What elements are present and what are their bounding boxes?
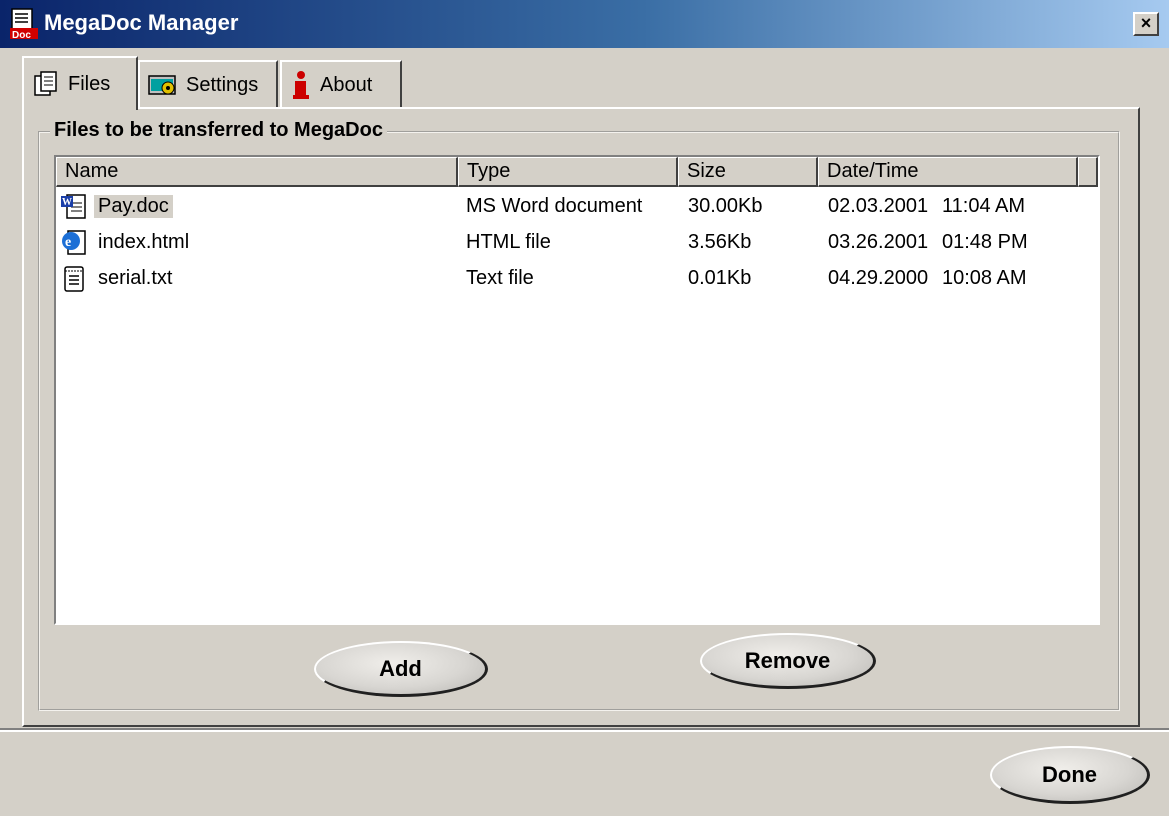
- files-tab-panel: Files to be transferred to MegaDoc Name …: [22, 107, 1140, 727]
- megadoc-manager-window: Doc MegaDoc Manager × Files Settings Abo…: [0, 0, 1169, 816]
- column-header-name[interactable]: Name: [56, 157, 458, 187]
- file-date: 04.29.2000: [828, 267, 929, 289]
- file-date: 02.03.2001: [828, 195, 929, 217]
- word-document-icon: W: [61, 194, 86, 219]
- column-header-filler: [1078, 157, 1098, 187]
- file-size: 30.00Kb: [688, 195, 763, 217]
- file-date: 03.26.2001: [828, 231, 929, 253]
- file-size: 0.01Kb: [688, 267, 752, 289]
- file-time: 01:48 PM: [942, 231, 1028, 253]
- remove-button-label: Remove: [744, 647, 831, 673]
- file-time: 11:04 AM: [942, 195, 1026, 217]
- settings-icon: [148, 75, 176, 95]
- title-bar[interactable]: Doc MegaDoc Manager: [0, 0, 1169, 48]
- table-row[interactable]: serial.txt Text file 0.01Kb 04.29.2000 1…: [56, 261, 1096, 297]
- files-icon: [34, 71, 57, 96]
- file-type: HTML file: [466, 231, 551, 253]
- tab-settings-label: Settings: [186, 73, 259, 96]
- text-file-icon: [64, 266, 84, 292]
- panel-divider: [0, 728, 1169, 732]
- window-title: MegaDoc Manager: [44, 10, 239, 35]
- svg-text:W: W: [62, 197, 72, 208]
- close-button[interactable]: ×: [1133, 12, 1159, 36]
- tab-files-label: Files: [68, 72, 111, 95]
- svg-text:Doc: Doc: [12, 30, 31, 40]
- add-button[interactable]: Add: [314, 641, 488, 697]
- files-list[interactable]: Name Type Size Date/Time W Pay.doc MS Wo…: [54, 155, 1100, 625]
- tab-about-label: About: [320, 73, 373, 96]
- files-groupbox: Files to be transferred to MegaDoc Name …: [38, 119, 1120, 711]
- close-icon: ×: [1140, 13, 1152, 33]
- tab-about[interactable]: About: [280, 60, 402, 108]
- svg-text:e: e: [65, 235, 71, 250]
- tab-files[interactable]: Files: [22, 56, 138, 110]
- groupbox-title: Files to be transferred to MegaDoc: [50, 119, 387, 142]
- megadoc-app-icon: Doc: [10, 8, 38, 40]
- file-size: 3.56Kb: [688, 231, 752, 253]
- column-header-type[interactable]: Type: [458, 157, 678, 187]
- column-header-size[interactable]: Size: [678, 157, 818, 187]
- column-header-datetime[interactable]: Date/Time: [818, 157, 1078, 187]
- add-button-label: Add: [379, 655, 422, 681]
- tab-settings[interactable]: Settings: [138, 60, 278, 108]
- file-type: Text file: [466, 267, 534, 289]
- html-file-icon: e: [62, 230, 86, 255]
- file-name: Pay.doc: [94, 195, 173, 218]
- table-row[interactable]: e index.html HTML file 3.56Kb 03.26.2001…: [56, 225, 1096, 261]
- remove-button[interactable]: Remove: [700, 633, 876, 689]
- file-type: MS Word document: [466, 195, 643, 217]
- done-button-label: Done: [1042, 761, 1097, 787]
- info-icon: [293, 71, 309, 99]
- done-button[interactable]: Done: [990, 746, 1150, 804]
- file-time: 10:08 AM: [942, 267, 1027, 289]
- table-row[interactable]: W Pay.doc MS Word document 30.00Kb 02.03…: [56, 189, 1096, 225]
- file-name: index.html: [98, 231, 190, 253]
- file-name: serial.txt: [98, 267, 173, 289]
